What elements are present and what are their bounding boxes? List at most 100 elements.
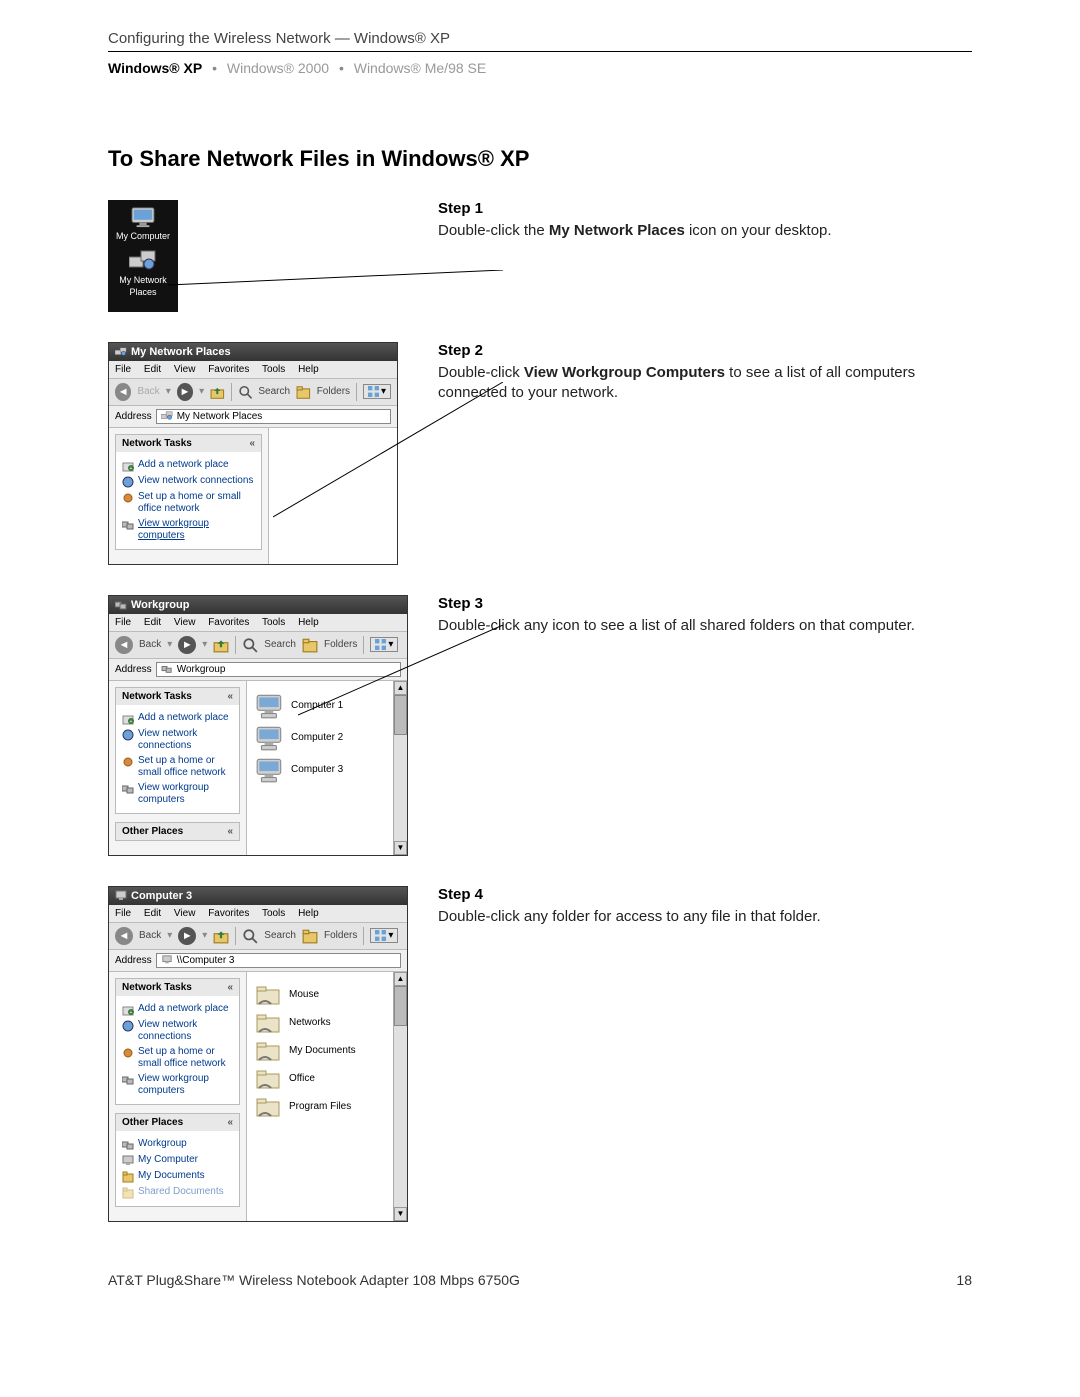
menu-file[interactable]: File (115, 364, 131, 375)
up-icon[interactable] (210, 384, 225, 400)
task-view-connections[interactable]: View network connections (122, 475, 255, 488)
task-view-connections[interactable]: View network connections (122, 728, 233, 752)
address-input[interactable]: \\Computer 3 (156, 953, 401, 968)
computer-2[interactable]: Computer 2 (255, 725, 385, 751)
back-button-icon[interactable]: ◄ (115, 927, 133, 945)
menu-edit[interactable]: Edit (144, 364, 161, 375)
other-my-computer[interactable]: My Computer (122, 1154, 233, 1167)
menu-edit[interactable]: Edit (144, 908, 161, 919)
views-button[interactable]: ▾ (370, 928, 398, 943)
nav-2000[interactable]: Windows® 2000 (227, 60, 329, 76)
menu-view[interactable]: View (174, 617, 196, 628)
task-setup-network[interactable]: Set up a home or small office network (122, 491, 255, 515)
window-icon (115, 346, 127, 358)
task-setup-network[interactable]: Set up a home or small office network (122, 1046, 233, 1070)
views-button[interactable]: ▾ (370, 637, 398, 652)
scrollbar[interactable]: ▲▼ (393, 681, 407, 855)
task-add-network-place[interactable]: Add a network place (122, 712, 233, 725)
search-button[interactable]: Search (258, 386, 290, 397)
computer-3-window: Computer 3 File Edit View Favorites Tool… (108, 886, 408, 1222)
menu-favorites[interactable]: Favorites (208, 908, 249, 919)
back-button-label[interactable]: Back (139, 930, 161, 941)
back-button-label[interactable]: Back (139, 639, 161, 650)
menu-help[interactable]: Help (298, 617, 319, 628)
task-view-workgroup[interactable]: View workgroup computers (122, 782, 233, 806)
other-workgroup[interactable]: Workgroup (122, 1138, 233, 1151)
search-button[interactable]: Search (264, 930, 296, 941)
side-panel: Network Tasks« Add a network place View … (109, 681, 247, 855)
menu-view[interactable]: View (174, 364, 196, 375)
other-my-documents[interactable]: My Documents (122, 1170, 233, 1183)
window-icon (115, 599, 127, 611)
forward-button-icon[interactable]: ► (178, 927, 196, 945)
folder-my-documents[interactable]: My Documents (255, 1040, 385, 1062)
toolbar: ◄ Back ▾ ► ▾ Search Folders ▾ (109, 922, 407, 950)
menu-tools[interactable]: Tools (262, 908, 285, 919)
nav-me98[interactable]: Windows® Me/98 SE (354, 60, 486, 76)
search-icon[interactable] (238, 384, 253, 400)
folders-icon[interactable] (302, 928, 318, 944)
menu-tools[interactable]: Tools (262, 617, 285, 628)
menu-file[interactable]: File (115, 617, 131, 628)
back-button-icon[interactable]: ◄ (115, 383, 131, 401)
forward-button-icon[interactable]: ► (177, 383, 193, 401)
computer-1[interactable]: Computer 1 (255, 693, 385, 719)
menu-help[interactable]: Help (298, 908, 319, 919)
task-add-network-place[interactable]: Add a network place (122, 1003, 233, 1016)
my-computer-desktop-icon[interactable]: My Computer (110, 206, 176, 242)
my-network-places-desktop-icon[interactable]: My Network Places (110, 250, 176, 298)
forward-button-icon[interactable]: ► (178, 636, 196, 654)
folder-office[interactable]: Office (255, 1068, 385, 1090)
addressbar: Address Workgroup (109, 659, 407, 681)
search-icon[interactable] (242, 928, 258, 944)
task-setup-network[interactable]: Set up a home or small office network (122, 755, 233, 779)
folders-button[interactable]: Folders (324, 930, 357, 941)
desktop-screenshot: My Computer My Network Places (108, 200, 178, 312)
other-places-header[interactable]: Other Places« (116, 823, 239, 840)
back-button-icon[interactable]: ◄ (115, 636, 133, 654)
menu-edit[interactable]: Edit (144, 617, 161, 628)
network-tasks-header[interactable]: Network Tasks« (116, 435, 261, 452)
computer-3[interactable]: Computer 3 (255, 757, 385, 783)
views-button[interactable]: ▾ (363, 384, 391, 399)
content-pane: Mouse Networks My Documents Office Progr… (247, 972, 393, 1221)
address-input[interactable]: Workgroup (156, 662, 401, 677)
titlebar: My Network Places (109, 343, 397, 361)
up-icon[interactable] (213, 637, 229, 653)
folder-mouse[interactable]: Mouse (255, 984, 385, 1006)
network-tasks-header[interactable]: Network Tasks« (116, 688, 239, 705)
folder-networks[interactable]: Networks (255, 1012, 385, 1034)
other-places-header[interactable]: Other Places« (116, 1114, 239, 1131)
step-4-title: Step 4 (438, 886, 972, 903)
folders-button[interactable]: Folders (324, 639, 357, 650)
folders-button[interactable]: Folders (317, 386, 350, 397)
scrollbar[interactable]: ▲▼ (393, 972, 407, 1221)
task-view-workgroup[interactable]: View workgroup computers (122, 1073, 233, 1097)
step-4-body: Double-click any folder for access to an… (438, 907, 972, 927)
my-network-places-label-1: My Network (110, 276, 176, 286)
up-icon[interactable] (213, 928, 229, 944)
other-shared-documents[interactable]: Shared Documents (122, 1186, 233, 1199)
addressbar: Address \\Computer 3 (109, 950, 407, 972)
doc-nav: Windows® XP • Windows® 2000 • Windows® M… (108, 60, 972, 76)
step-2-title: Step 2 (438, 342, 972, 359)
folder-program-files[interactable]: Program Files (255, 1096, 385, 1118)
menu-tools[interactable]: Tools (262, 364, 285, 375)
task-view-workgroup[interactable]: View workgroup computers (122, 518, 255, 542)
menu-favorites[interactable]: Favorites (208, 617, 249, 628)
folders-icon[interactable] (296, 384, 311, 400)
address-label: Address (115, 411, 152, 422)
menu-file[interactable]: File (115, 908, 131, 919)
back-button-label[interactable]: Back (137, 386, 159, 397)
menu-favorites[interactable]: Favorites (208, 364, 249, 375)
menu-help[interactable]: Help (298, 364, 319, 375)
nav-xp[interactable]: Windows® XP (108, 60, 202, 76)
folders-icon[interactable] (302, 637, 318, 653)
task-add-network-place[interactable]: Add a network place (122, 459, 255, 472)
menu-view[interactable]: View (174, 908, 196, 919)
search-icon[interactable] (242, 637, 258, 653)
address-input[interactable]: My Network Places (156, 409, 391, 424)
search-button[interactable]: Search (264, 639, 296, 650)
task-view-connections[interactable]: View network connections (122, 1019, 233, 1043)
network-tasks-header[interactable]: Network Tasks« (116, 979, 239, 996)
